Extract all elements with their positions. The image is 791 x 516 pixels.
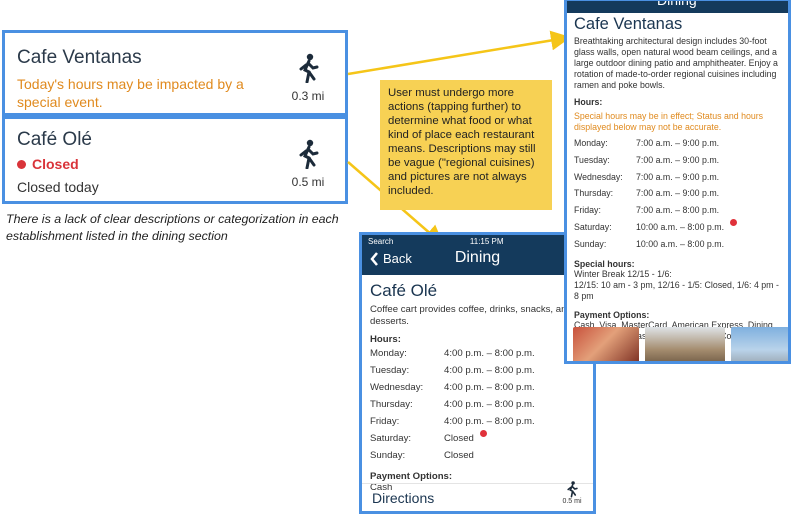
hours-row: Monday: 7:00 a.m. – 9:00 p.m. bbox=[574, 135, 781, 152]
hours-time: Closed bbox=[444, 433, 474, 444]
hours-row: Monday: 4:00 p.m. – 8:00 p.m. bbox=[370, 345, 585, 362]
distance-label: 0.5 mi bbox=[291, 175, 325, 189]
hours-day: Saturday: bbox=[574, 221, 612, 232]
hours-time: 4:00 p.m. – 8:00 p.m. bbox=[444, 365, 535, 376]
status-text: Closed bbox=[32, 156, 79, 172]
card-title: Café Olé bbox=[17, 129, 92, 150]
distance-indicator: 0.5 mi bbox=[557, 480, 587, 505]
hours-day: Thursday: bbox=[370, 399, 413, 410]
hours-row: Saturday: Closed bbox=[370, 430, 585, 447]
today-indicator-icon bbox=[479, 430, 487, 437]
hours-time: 7:00 a.m. – 9:00 p.m. bbox=[636, 154, 720, 165]
walking-person-icon bbox=[299, 139, 319, 169]
hours-row: Friday: 4:00 p.m. – 8:00 p.m. bbox=[370, 413, 585, 430]
hours-time: Closed bbox=[444, 450, 474, 461]
cafe-ventanas-detail-screen: Dining Cafe Ventanas Breathtaking archit… bbox=[564, 0, 791, 364]
distance-label: 0.3 mi bbox=[291, 89, 325, 103]
today-indicator-icon bbox=[730, 218, 738, 226]
hours-day: Wednesday: bbox=[574, 171, 623, 182]
arrow-to-ventanas bbox=[347, 30, 571, 76]
hours-time: 4:00 p.m. – 8:00 p.m. bbox=[444, 399, 535, 410]
hours-label: Hours: bbox=[574, 97, 603, 107]
hours-row: Friday: 7:00 a.m. – 8:00 p.m. bbox=[574, 202, 781, 219]
special-hours-text: Winter Break 12/15 - 1/6: 12/15: 10 am -… bbox=[574, 268, 779, 301]
hours-time: 4:00 p.m. – 8:00 p.m. bbox=[444, 382, 535, 393]
hours-time: 4:00 p.m. – 8:00 p.m. bbox=[444, 416, 535, 427]
hours-row: Sunday: 10:00 a.m. – 8:00 p.m. bbox=[574, 236, 781, 253]
interior-photo[interactable] bbox=[645, 327, 725, 361]
page-title: Cafe Ventanas bbox=[574, 15, 683, 33]
hours-row: Tuesday: 4:00 p.m. – 8:00 p.m. bbox=[370, 362, 585, 379]
hours-row: Saturday: 10:00 a.m. – 8:00 p.m. bbox=[574, 218, 781, 236]
closed-dot-icon bbox=[17, 160, 26, 169]
navbar: Dining bbox=[567, 1, 788, 13]
payment-label: Payment Options: bbox=[574, 309, 650, 320]
caption-text: There is a lack of clear descriptions or… bbox=[6, 212, 339, 243]
hours-time: 7:00 a.m. – 8:00 p.m. bbox=[636, 205, 720, 216]
payment-label: Payment Options: bbox=[370, 471, 453, 482]
nav-title: Dining bbox=[657, 0, 697, 8]
distance-label: 0.5 mi bbox=[562, 498, 582, 505]
hours-day: Friday: bbox=[574, 205, 601, 216]
walking-person-icon bbox=[567, 481, 578, 498]
exterior-photo[interactable] bbox=[731, 327, 788, 361]
hours-row: Wednesday: 4:00 p.m. – 8:00 p.m. bbox=[370, 379, 585, 396]
hours-day: Sunday: bbox=[370, 450, 406, 461]
food-photo[interactable] bbox=[573, 327, 639, 361]
cafe-ventanas-card[interactable]: Cafe Ventanas Today's hours may be impac… bbox=[2, 30, 348, 116]
card-title: Cafe Ventanas bbox=[17, 47, 142, 68]
hours-time: 10:00 a.m. – 8:00 p.m. bbox=[636, 238, 725, 249]
hours-list: Monday: 7:00 a.m. – 9:00 p.m. Tuesday: 7:0… bbox=[574, 135, 781, 253]
description: Breathtaking architectural design includ… bbox=[574, 36, 778, 90]
hours-day: Wednesday: bbox=[370, 382, 424, 393]
hours-day: Sunday: bbox=[574, 238, 607, 249]
hours-time: 7:00 a.m. – 9:00 p.m. bbox=[636, 138, 720, 148]
status-bar: Search 11:15 PM 43 bbox=[368, 237, 589, 246]
directions-label: Directions bbox=[372, 490, 435, 506]
hours-time: 7:00 a.m. – 9:00 p.m. bbox=[636, 188, 720, 199]
description: Coffee cart provides coffee, drinks, sna… bbox=[370, 304, 572, 327]
hours-row: Thursday: 7:00 a.m. – 9:00 p.m. bbox=[574, 185, 781, 202]
nav-title: Dining bbox=[454, 249, 501, 266]
hours-day: Friday: bbox=[370, 416, 400, 427]
cafe-ole-detail-screen: Search 11:15 PM 43 Back Dining Café Olé … bbox=[359, 232, 596, 514]
hours-list: Monday: 4:00 p.m. – 8:00 p.m. Tuesday: 4:0… bbox=[370, 345, 585, 464]
page-title: Café Olé bbox=[370, 281, 438, 300]
walking-person-icon bbox=[299, 53, 319, 83]
card-status: Closed bbox=[17, 156, 79, 172]
hours-day: Saturday: bbox=[370, 433, 412, 444]
hours-day: Tuesday: bbox=[574, 154, 610, 165]
hours-day: Thursday: bbox=[574, 188, 614, 199]
status-time: 11:15 PM bbox=[469, 237, 504, 246]
hours-time: 10:00 a.m. – 8:00 p.m. bbox=[636, 221, 725, 232]
hours-day: Monday: bbox=[370, 348, 407, 359]
hours-row: Sunday: Closed bbox=[370, 447, 585, 464]
status-back-app: Search bbox=[368, 237, 394, 246]
hours-time: 4:00 p.m. – 8:00 p.m. bbox=[444, 348, 535, 359]
hours-day: Tuesday: bbox=[370, 365, 410, 376]
distance-indicator: 0.5 mi bbox=[283, 139, 333, 189]
cafe-ole-card[interactable]: Café Olé Closed Closed today 0.5 mi bbox=[2, 116, 348, 204]
annotation-note: User must undergo more actions (tapping … bbox=[380, 80, 552, 210]
special-hours-label: Special hours: bbox=[574, 258, 635, 269]
card-status: Today's hours may be impacted by a speci… bbox=[17, 76, 244, 110]
hours-row: Wednesday: 7:00 a.m. – 9:00 p.m. bbox=[574, 169, 781, 186]
special-hours-notice: Special hours may be in effect; Status a… bbox=[574, 111, 764, 132]
hours-row: Tuesday: 7:00 a.m. – 9:00 p.m. bbox=[574, 152, 781, 169]
hours-label: Hours: bbox=[370, 334, 401, 345]
hours-row: Thursday: 4:00 p.m. – 8:00 p.m. bbox=[370, 396, 585, 413]
navbar: Search 11:15 PM 43 Back Dining bbox=[362, 235, 593, 275]
card-detail: Closed today bbox=[17, 179, 99, 195]
distance-indicator: 0.3 mi bbox=[283, 53, 333, 103]
photo-strip[interactable] bbox=[573, 327, 788, 361]
directions-row[interactable]: Directions 0.5 mi bbox=[362, 480, 593, 511]
hours-day: Monday: bbox=[574, 138, 608, 148]
hours-time: 7:00 a.m. – 9:00 p.m. bbox=[636, 171, 720, 182]
